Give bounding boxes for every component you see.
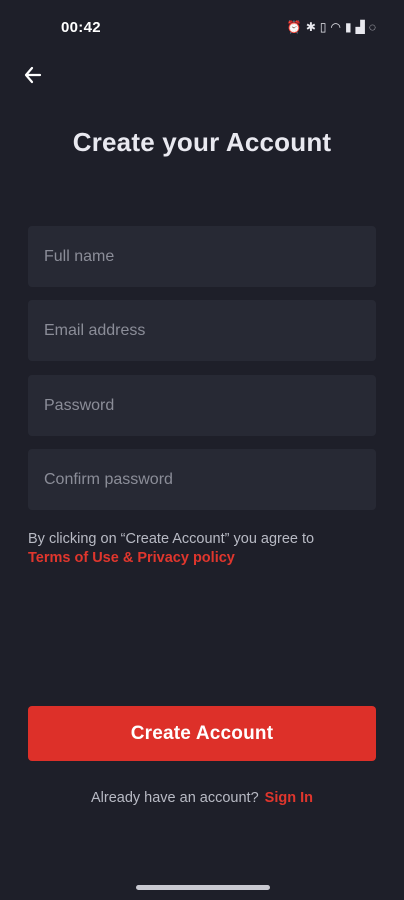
back-button[interactable] [18,60,48,90]
terms-notice: By clicking on “Create Account” you agre… [28,530,378,568]
password-input[interactable] [44,396,360,415]
terms-text: By clicking on “Create Account” you agre… [28,531,315,547]
status-bar: 00:42 ⏰ ✱ ▯ ◠ ▮ ▟ ◌ [0,0,404,56]
confirm-password-input[interactable] [44,470,360,489]
battery-saver-icon: ▮ [345,20,352,34]
home-indicator[interactable] [136,885,270,890]
email-input[interactable] [44,321,360,340]
status-icons: ⏰ ✱ ▯ ◠ ▮ ▟ ◌ [287,19,376,35]
wifi-icon: ◠ [330,20,342,34]
vibrate-icon: ▯ [319,20,327,34]
signin-row: Already have an account? Sign In [0,790,404,806]
arrow-left-icon [24,66,42,84]
alarm-icon: ⏰ [286,20,302,34]
page-title: Create your Account [72,127,332,157]
full-name-field[interactable] [28,226,376,287]
signin-prompt: Already have an account? [90,790,259,806]
signal-icon: ▟ [355,20,365,34]
status-time: 00:42 [61,19,101,36]
password-field[interactable] [28,375,376,436]
signin-link[interactable]: Sign In [265,790,313,806]
create-account-button[interactable]: Create Account [28,706,376,761]
terms-link[interactable]: Terms of Use & Privacy policy [28,549,235,568]
email-field[interactable] [28,300,376,361]
full-name-input[interactable] [44,247,360,266]
confirm-password-field[interactable] [28,449,376,510]
loading-icon: ◌ [368,20,376,34]
bluetooth-icon: ✱ [305,20,316,34]
